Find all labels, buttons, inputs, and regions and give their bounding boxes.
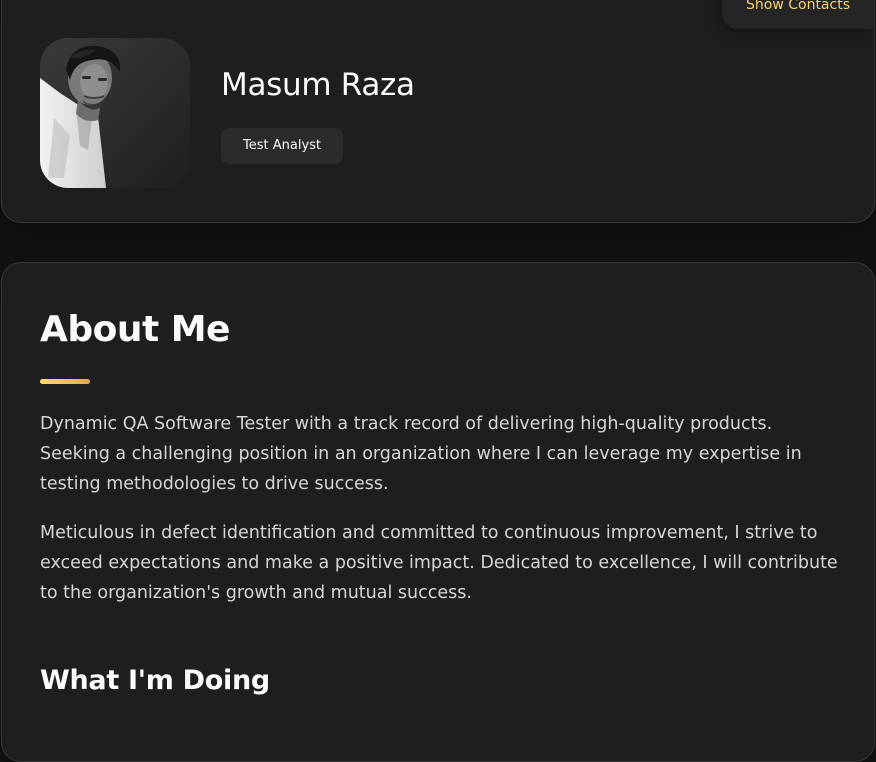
about-paragraph: Meticulous in defect identification and … [40, 523, 838, 603]
about-card: About Me Dynamic QA Software Tester with… [1, 262, 875, 762]
profile-photo-icon [40, 38, 190, 188]
page-title: About Me [40, 309, 230, 350]
role-badge: Test Analyst [221, 128, 344, 164]
profile-name: Masum Raza [221, 67, 415, 103]
show-contacts-button[interactable]: Show Contacts [722, 0, 874, 29]
title-underline [40, 379, 90, 384]
profile-card: Show Contacts Masum Raza Test Analyst [1, 0, 875, 223]
section-title: What I'm Doing [40, 665, 270, 696]
about-paragraph: Dynamic QA Software Tester with a track … [40, 414, 802, 494]
avatar [40, 38, 190, 188]
